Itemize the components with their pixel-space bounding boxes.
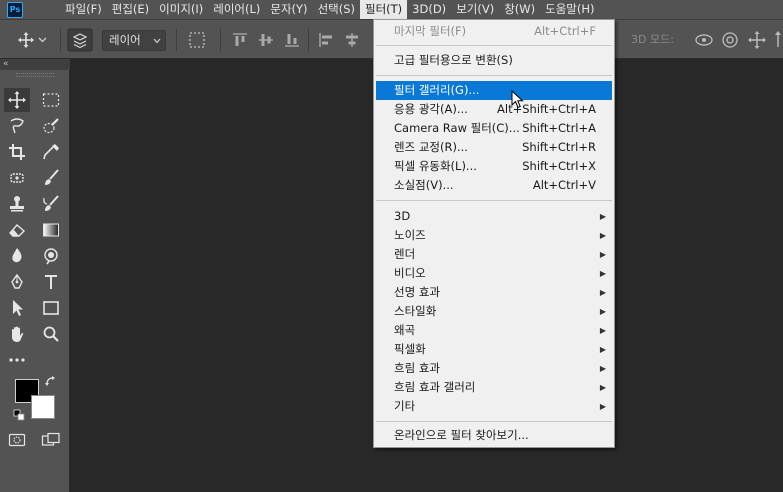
filter-menu-dropdown: 마지막 필터(F) Alt+Ctrl+F 고급 필터용으로 변환(S) 필터 갤… — [373, 19, 615, 448]
submenu-arrow-icon: ▶ — [599, 402, 606, 411]
menu-item-filter-gallery[interactable]: 필터 갤러리(G)... — [376, 81, 612, 100]
auto-select-icon[interactable] — [67, 20, 93, 60]
eyedropper-tool-icon[interactable] — [38, 140, 64, 164]
menu-item-render[interactable]: 렌더 ▶ — [376, 245, 612, 264]
menu-item-stylize[interactable]: 스타일화 ▶ — [376, 302, 612, 321]
align-top-icon[interactable] — [232, 20, 248, 60]
menu-item-other[interactable]: 기타 ▶ — [376, 397, 612, 416]
path-selection-tool-icon[interactable] — [4, 296, 30, 320]
align-vertical-center-icon[interactable] — [258, 20, 274, 60]
menu-item-last-filter: 마지막 필터(F) Alt+Ctrl+F — [394, 24, 596, 38]
menu-help[interactable]: 도움말(H) — [540, 0, 599, 19]
submenu-arrow-icon: ▶ — [599, 345, 606, 354]
menu-bar: Ps 파일(F) 편집(E) 이미지(I) 레이어(L) 문자(Y) 선택(S)… — [0, 0, 783, 19]
more-tools-icon[interactable] — [4, 348, 30, 372]
background-color-swatch[interactable] — [31, 395, 55, 419]
menu-image[interactable]: 이미지(I) — [154, 0, 208, 19]
tools-panel-header: « — [0, 59, 70, 70]
dodge-tool-icon[interactable] — [38, 244, 64, 268]
lasso-tool-icon[interactable] — [4, 114, 30, 138]
auto-select-target-value: 레이어 — [109, 33, 141, 47]
brush-tool-icon[interactable] — [38, 166, 64, 190]
mouse-pointer-icon — [511, 90, 524, 109]
menu-item-pixelate[interactable]: 픽셀화 ▶ — [376, 340, 612, 359]
clone-stamp-tool-icon[interactable] — [4, 192, 30, 216]
menu-3d[interactable]: 3D(D) — [407, 0, 451, 19]
menu-item-distort[interactable]: 왜곡 ▶ — [376, 321, 612, 340]
quick-selection-tool-icon[interactable] — [38, 114, 64, 138]
menu-separator — [376, 75, 612, 76]
history-brush-tool-icon[interactable] — [38, 192, 64, 216]
photoshop-logo-icon: Ps — [7, 1, 23, 18]
menu-item-blur-gallery[interactable]: 흐림 효과 갤러리 ▶ — [376, 378, 612, 397]
submenu-arrow-icon: ▶ — [599, 212, 606, 221]
eraser-tool-icon[interactable] — [4, 218, 30, 242]
menu-item-convert-smart-filters[interactable]: 고급 필터용으로 변환(S) — [376, 51, 612, 70]
spot-healing-tool-icon[interactable] — [4, 166, 30, 190]
menu-item-video[interactable]: 비디오 ▶ — [376, 264, 612, 283]
quick-mask-icon[interactable] — [4, 428, 30, 452]
menu-separator — [376, 45, 612, 46]
marquee-tool-icon[interactable] — [38, 88, 64, 112]
submenu-arrow-icon: ▶ — [599, 288, 606, 297]
menu-layer[interactable]: 레이어(L) — [208, 0, 265, 19]
3d-orbit-icon[interactable] — [694, 20, 714, 60]
align-bottom-icon[interactable] — [284, 20, 300, 60]
menu-type[interactable]: 문자(Y) — [265, 0, 312, 19]
menu-window[interactable]: 창(W) — [499, 0, 540, 19]
3d-pan-icon[interactable] — [748, 20, 766, 60]
menu-separator — [376, 421, 612, 422]
type-tool-icon[interactable] — [38, 270, 64, 294]
submenu-arrow-icon: ▶ — [599, 231, 606, 240]
auto-select-target-select[interactable]: 레이어 — [102, 30, 166, 51]
chevron-down-icon — [153, 38, 161, 44]
panel-grip[interactable] — [16, 73, 54, 77]
default-colors-icon[interactable] — [12, 408, 26, 422]
menu-item-sharpen[interactable]: 선명 효과 ▶ — [376, 283, 612, 302]
submenu-arrow-icon: ▶ — [599, 269, 606, 278]
zoom-tool-icon[interactable] — [38, 322, 64, 346]
collapse-panel-icon[interactable]: « — [3, 59, 9, 69]
3d-mode-label: 3D 모드: — [631, 33, 674, 46]
move-tool-icon[interactable] — [4, 88, 30, 112]
pen-tool-icon[interactable] — [4, 270, 30, 294]
submenu-arrow-icon: ▶ — [599, 364, 606, 373]
align-left-icon[interactable] — [318, 20, 334, 60]
align-horizontal-center-icon[interactable] — [344, 20, 360, 60]
tools-panel: « — [0, 59, 70, 492]
menu-item-blur[interactable]: 흐림 효과 ▶ — [376, 359, 612, 378]
menu-filter[interactable]: 필터(T) — [360, 0, 408, 19]
submenu-arrow-icon: ▶ — [599, 326, 606, 335]
menu-item-lens-correction[interactable]: 렌즈 교정(R)... Shift+Ctrl+R — [376, 138, 612, 157]
menu-file[interactable]: 파일(F) — [60, 0, 107, 19]
swap-colors-icon[interactable] — [44, 374, 58, 388]
crop-tool-icon[interactable] — [4, 140, 30, 164]
menu-edit[interactable]: 편집(E) — [107, 0, 154, 19]
3d-roll-icon[interactable] — [721, 20, 739, 60]
rectangle-tool-icon[interactable] — [38, 296, 64, 320]
menu-separator — [376, 200, 612, 201]
hand-tool-icon[interactable] — [4, 322, 30, 346]
menu-item-noise[interactable]: 노이즈 ▶ — [376, 226, 612, 245]
menu-item-liquify[interactable]: 픽셀 유동화(L)... Shift+Ctrl+X — [376, 157, 612, 176]
move-tool-preset-icon[interactable] — [18, 20, 48, 60]
menu-item-3d[interactable]: 3D ▶ — [376, 207, 612, 226]
submenu-arrow-icon: ▶ — [599, 383, 606, 392]
gradient-tool-icon[interactable] — [38, 218, 64, 242]
blur-tool-icon[interactable] — [4, 244, 30, 268]
menu-item-adaptive-wide-angle[interactable]: 응용 광각(A)... Alt+Shift+Ctrl+A — [376, 100, 612, 119]
screen-mode-icon[interactable] — [38, 428, 64, 452]
menu-select[interactable]: 선택(S) — [313, 0, 360, 19]
submenu-arrow-icon: ▶ — [599, 250, 606, 259]
show-transform-controls-icon[interactable] — [188, 20, 206, 60]
menu-item-browse-filters-online[interactable]: 온라인으로 필터 찾아보기... — [376, 426, 612, 445]
menu-view[interactable]: 보기(V) — [451, 0, 499, 19]
submenu-arrow-icon: ▶ — [599, 307, 606, 316]
3d-slide-icon[interactable] — [773, 20, 783, 60]
menu-item-camera-raw-filter[interactable]: Camera Raw 필터(C)... Shift+Ctrl+A — [376, 119, 612, 138]
menu-item-vanishing-point[interactable]: 소실점(V)... Alt+Ctrl+V — [376, 176, 612, 195]
